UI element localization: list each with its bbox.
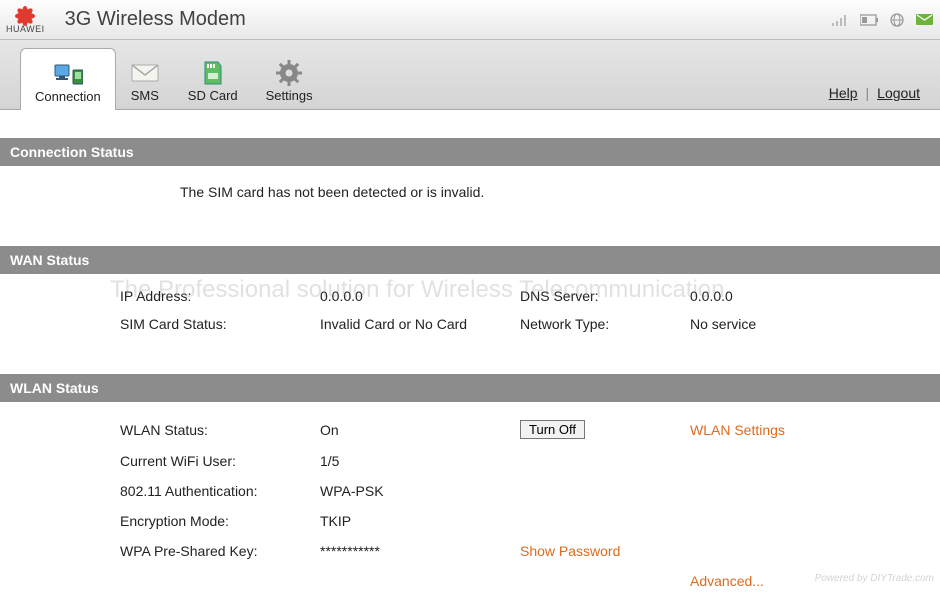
envelope-icon [130,60,160,86]
header-links: Help | Logout [829,85,920,109]
gear-icon [274,60,304,86]
encryption-value: TKIP [320,513,520,529]
turnoff-button[interactable]: Turn Off [520,420,585,439]
brand-name: HUAWEI [6,24,45,34]
powered-by: Powered by DIYTrade.com [815,573,934,584]
tab-settings[interactable]: Settings [252,51,327,109]
tab-connection[interactable]: Connection [20,48,116,110]
wlan-status-value: On [320,422,520,438]
connection-icon [53,61,83,87]
wan-status-heading: WAN Status [0,246,940,274]
battery-icon [860,13,878,27]
show-password-link[interactable]: Show Password [520,543,690,559]
header-status-icons [832,13,934,27]
header-bar: HUAWEI 3G Wireless Modem [0,0,940,40]
tab-label: Connection [35,89,101,104]
wlan-status-heading: WLAN Status [0,374,940,402]
ip-address-value: 0.0.0.0 [320,288,520,304]
tab-label: Settings [266,88,313,103]
sim-status-label: SIM Card Status: [120,316,320,332]
signal-icon [832,13,850,27]
divider: | [866,85,870,101]
dns-server-value: 0.0.0.0 [690,288,890,304]
message-icon [916,13,934,27]
network-type-label: Network Type: [520,316,690,332]
tab-label: SD Card [188,88,238,103]
psk-value: *********** [320,543,520,559]
auth-label: 802.11 Authentication: [120,483,320,499]
brand-logo: HUAWEI [6,6,45,34]
wlan-settings-link[interactable]: WLAN Settings [690,422,890,438]
connection-status-message: The SIM card has not been detected or is… [0,166,940,218]
huawei-flower-icon [7,6,43,26]
ip-address-label: IP Address: [120,288,320,304]
globe-icon [888,13,906,27]
tab-bar: Connection SMS SD Card Settings Help | L… [0,40,940,110]
wifi-user-label: Current WiFi User: [120,453,320,469]
dns-server-label: DNS Server: [520,288,690,304]
network-type-value: No service [690,316,890,332]
encryption-label: Encryption Mode: [120,513,320,529]
auth-value: WPA-PSK [320,483,520,499]
logout-link[interactable]: Logout [877,85,920,101]
wlan-status-grid: WLAN Status: On Turn Off WLAN Settings C… [0,416,940,589]
wifi-user-value: 1/5 [320,453,520,469]
sim-status-value: Invalid Card or No Card [320,316,520,332]
tab-sms[interactable]: SMS [116,51,174,109]
sdcard-icon [198,60,228,86]
tab-sdcard[interactable]: SD Card [174,51,252,109]
tab-label: SMS [131,88,159,103]
page-title: 3G Wireless Modem [65,8,246,31]
help-link[interactable]: Help [829,85,858,101]
wlan-status-label: WLAN Status: [120,422,320,438]
connection-status-heading: Connection Status [0,138,940,166]
wan-status-grid: IP Address: 0.0.0.0 DNS Server: 0.0.0.0 … [0,288,940,332]
psk-label: WPA Pre-Shared Key: [120,543,320,559]
